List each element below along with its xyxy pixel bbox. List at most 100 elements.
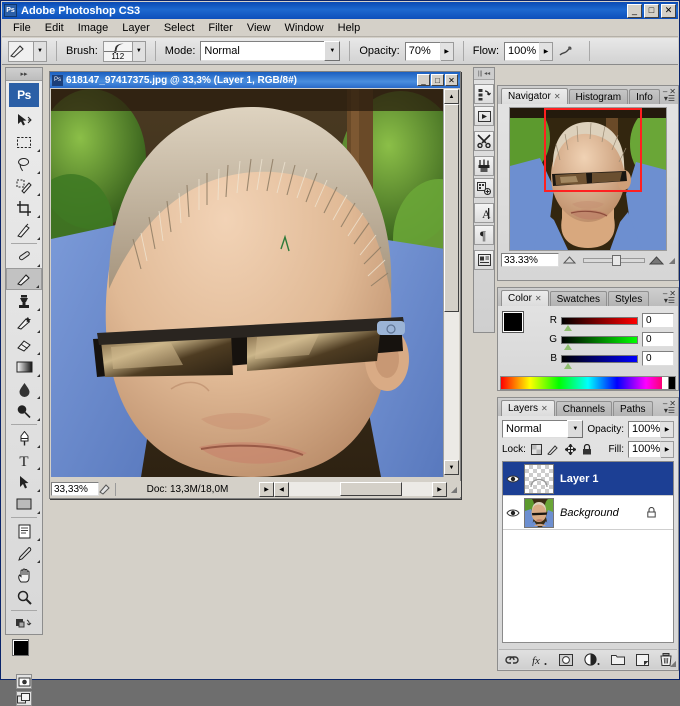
airbrush-icon[interactable]: [558, 44, 580, 58]
layer-comps-panel-icon[interactable]: [474, 250, 494, 270]
chevron-down-icon[interactable]: ▼: [567, 420, 584, 438]
vertical-scroll-thumb[interactable]: [444, 104, 459, 312]
tool-crop[interactable]: [6, 197, 42, 219]
layer-thumbnail[interactable]: [524, 497, 554, 528]
flow-value[interactable]: 100%: [504, 41, 541, 61]
opacity-value[interactable]: 70%: [404, 41, 441, 61]
document-close-button[interactable]: ✕: [445, 74, 458, 86]
screen-mode-icon[interactable]: [16, 691, 32, 706]
green-channel-value[interactable]: 0: [642, 332, 674, 347]
standard-mode-icon[interactable]: [16, 674, 32, 689]
horizontal-scroll-track[interactable]: [289, 482, 432, 496]
tab-swatches[interactable]: Swatches: [549, 291, 607, 306]
navigator-zoom-slider[interactable]: [583, 254, 645, 266]
layer-mask-button[interactable]: [559, 653, 573, 666]
clone-source-panel-icon[interactable]: [474, 178, 494, 198]
tool-healing-brush[interactable]: [6, 246, 42, 268]
navigator-view-rectangle[interactable]: [544, 108, 642, 192]
layer-opacity-value[interactable]: 100%: [628, 420, 661, 438]
toolbox-collapse-handle[interactable]: ▸▸: [6, 68, 42, 81]
tool-gradient[interactable]: [6, 356, 42, 378]
layer-name[interactable]: Layer 1: [560, 473, 670, 485]
zoom-level-field[interactable]: 33,33%: [51, 482, 99, 496]
close-icon[interactable]: ✕: [541, 404, 548, 413]
navigator-zoom-field[interactable]: 33.33%: [501, 253, 559, 267]
menu-file[interactable]: File: [6, 20, 38, 36]
tab-color[interactable]: Color ✕: [501, 290, 549, 306]
tool-quick-selection[interactable]: [6, 175, 42, 197]
layers-panel-menu-icon[interactable]: ▾☰: [664, 406, 675, 415]
document-info-icon[interactable]: [99, 483, 115, 495]
tool-rectangle-shape[interactable]: [6, 493, 42, 515]
tab-navigator[interactable]: Navigator ✕: [501, 88, 568, 104]
scroll-up-arrow-icon[interactable]: ▲: [444, 89, 459, 104]
color-panel-menu-icon[interactable]: ▾☰: [664, 296, 675, 305]
navigator-thumbnail[interactable]: [509, 107, 667, 251]
new-layer-button[interactable]: [636, 653, 649, 666]
layer-thumbnail[interactable]: [524, 463, 554, 494]
horizontal-scroll-thumb[interactable]: [340, 482, 403, 496]
layer-visibility-icon[interactable]: [506, 508, 524, 518]
red-channel-slider[interactable]: [561, 316, 638, 331]
tool-presets-panel-icon[interactable]: [474, 131, 494, 151]
menu-filter[interactable]: Filter: [201, 20, 239, 36]
color-swatches[interactable]: [6, 638, 42, 672]
tool-hand[interactable]: [6, 564, 42, 586]
layer-visibility-icon[interactable]: [506, 474, 524, 484]
document-resize-grip[interactable]: ◢: [447, 485, 461, 494]
flow-chevron-icon[interactable]: ▶: [540, 41, 554, 61]
foreground-color-swatch[interactable]: [502, 311, 524, 333]
flow-stepper[interactable]: 100% ▶: [504, 41, 554, 61]
actions-panel-icon[interactable]: [474, 106, 494, 126]
tool-path-selection[interactable]: [6, 471, 42, 493]
red-slider-thumb[interactable]: [564, 324, 572, 331]
tab-styles[interactable]: Styles: [607, 291, 650, 306]
tool-blur[interactable]: [6, 378, 42, 400]
maximize-button[interactable]: □: [644, 3, 659, 18]
foreground-color-swatch[interactable]: [12, 639, 29, 656]
blue-channel-value[interactable]: 0: [642, 351, 674, 366]
blue-channel-slider[interactable]: [561, 354, 638, 369]
blend-mode-select[interactable]: Normal ▼: [200, 41, 341, 61]
tool-eyedropper[interactable]: [6, 542, 42, 564]
lock-position-icon[interactable]: [564, 443, 577, 456]
menu-layer[interactable]: Layer: [115, 20, 157, 36]
hscroll-left-arrow-icon[interactable]: ◀: [274, 481, 289, 497]
opacity-chevron-icon[interactable]: ▶: [661, 420, 674, 438]
tool-eraser[interactable]: [6, 334, 42, 356]
tool-notes[interactable]: [6, 520, 42, 542]
brushes-panel-icon[interactable]: [474, 156, 494, 176]
adjustment-layer-button[interactable]: [584, 653, 600, 666]
menu-view[interactable]: View: [240, 20, 278, 36]
brush-chevron-down-icon[interactable]: ▼: [131, 41, 145, 61]
tool-horizontal-type[interactable]: T: [6, 449, 42, 471]
zoom-out-icon[interactable]: [563, 256, 579, 264]
tool-dodge[interactable]: [6, 400, 42, 422]
layer-fill-stepper[interactable]: 100% ▶: [628, 440, 674, 458]
link-layers-button[interactable]: [504, 655, 520, 665]
navigator-resize-grip[interactable]: ◢: [669, 256, 675, 265]
chevron-down-icon[interactable]: ▼: [324, 41, 341, 61]
vertical-scroll-track[interactable]: [444, 312, 459, 460]
tool-preset-chevron-down-icon[interactable]: ▼: [33, 41, 46, 61]
opacity-chevron-icon[interactable]: ▶: [440, 41, 454, 61]
canvas-vertical-scrollbar[interactable]: ▲ ▼: [443, 89, 459, 477]
menu-help[interactable]: Help: [331, 20, 368, 36]
fill-chevron-icon[interactable]: ▶: [661, 440, 674, 458]
tab-layers[interactable]: Layers ✕: [501, 400, 555, 416]
document-titlebar[interactable]: Ps 618147_97417375.jpg @ 33,3% (Layer 1,…: [50, 72, 460, 88]
green-slider-thumb[interactable]: [564, 343, 572, 350]
paragraph-panel-icon[interactable]: ¶: [474, 225, 494, 245]
document-maximize-button[interactable]: □: [431, 74, 444, 86]
tool-clone-stamp[interactable]: [6, 290, 42, 312]
close-button[interactable]: ✕: [661, 3, 676, 18]
tab-paths[interactable]: Paths: [612, 401, 653, 416]
layers-panel-resize-grip[interactable]: ◢: [670, 659, 676, 668]
hscroll-right-arrow-icon[interactable]: ▶: [432, 481, 447, 497]
minimize-button[interactable]: _: [627, 3, 642, 18]
lock-image-icon[interactable]: [547, 443, 560, 456]
new-group-button[interactable]: [611, 654, 625, 665]
zoom-in-icon[interactable]: [648, 255, 665, 265]
layer-name[interactable]: Background: [560, 507, 645, 519]
lock-transparency-icon[interactable]: [530, 443, 543, 456]
